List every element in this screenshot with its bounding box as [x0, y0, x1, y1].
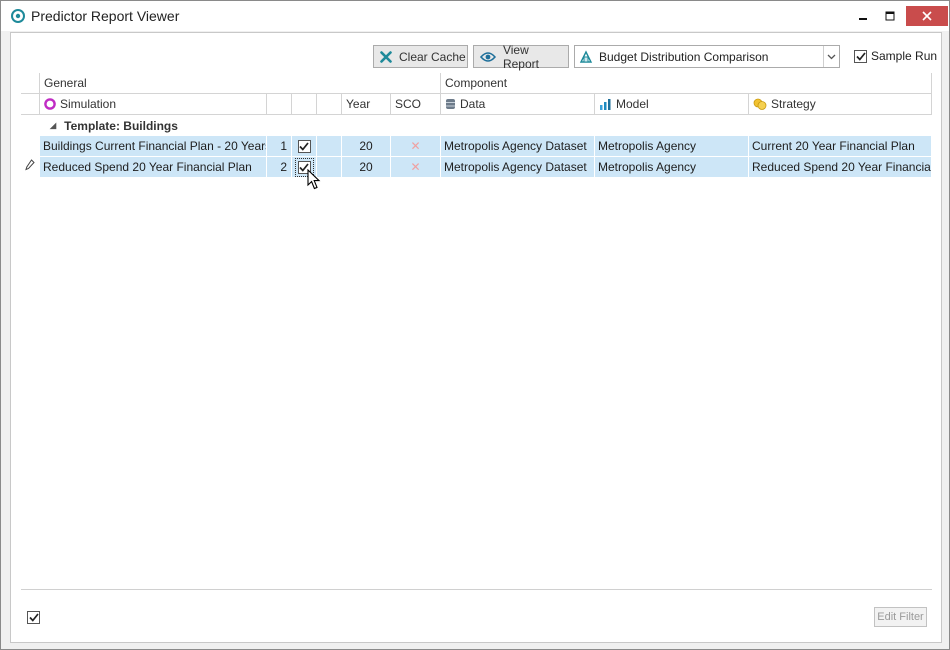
- view-report-label: View Report: [502, 42, 539, 71]
- column-header-index[interactable]: [267, 94, 292, 115]
- cell-extra[interactable]: [317, 136, 342, 157]
- checkmark-icon: [855, 51, 866, 61]
- chevron-down-icon: [827, 54, 836, 59]
- main-panel: Clear Cache View Report Budget Distribut…: [10, 32, 942, 643]
- edit-filter-button[interactable]: Edit Filter: [874, 607, 927, 627]
- band-general[interactable]: General: [40, 73, 441, 94]
- collapse-triangle-icon[interactable]: ◢: [50, 121, 56, 130]
- simulation-icon: [44, 98, 56, 110]
- coins-icon: [753, 98, 767, 110]
- cell-simulation[interactable]: Reduced Spend 20 Year Financial Plan: [40, 157, 267, 178]
- column-header-sco[interactable]: SCO: [391, 94, 441, 115]
- window-title: Predictor Report Viewer: [31, 8, 180, 24]
- maximize-button[interactable]: [877, 5, 903, 27]
- sample-run-toggle[interactable]: Sample Run: [854, 49, 937, 63]
- report-select-value: Budget Distribution Comparison: [599, 49, 769, 64]
- row-include-checkbox[interactable]: [297, 139, 311, 153]
- cell-sco[interactable]: ✕: [391, 157, 441, 178]
- column-label-model: Model: [616, 97, 649, 111]
- cell-simulation[interactable]: Buildings Current Financial Plan - 20 Ye…: [40, 136, 267, 157]
- column-label-strategy: Strategy: [771, 97, 816, 111]
- database-icon: [446, 99, 455, 109]
- cell-data[interactable]: Metropolis Agency Dataset: [441, 136, 595, 157]
- close-icon: [922, 11, 932, 21]
- cell-include[interactable]: [292, 136, 317, 157]
- eye-icon: [480, 51, 496, 62]
- column-header-check[interactable]: [292, 94, 317, 115]
- group-label: Template: Buildings: [64, 118, 178, 133]
- sample-run-label: Sample Run: [871, 49, 938, 63]
- header-indicator-cell: [21, 94, 40, 115]
- dropdown-button[interactable]: [823, 46, 839, 67]
- report-type-icon: [579, 49, 593, 63]
- table-row[interactable]: Reduced Spend 20 Year Financial Plan 2 2…: [40, 157, 932, 178]
- table-row[interactable]: Buildings Current Financial Plan - 20 Ye…: [40, 136, 932, 157]
- close-button[interactable]: [906, 6, 948, 26]
- cell-data[interactable]: Metropolis Agency Dataset: [441, 157, 595, 178]
- view-report-button[interactable]: View Report: [473, 42, 569, 71]
- filter-enabled-checkbox[interactable]: [27, 611, 40, 624]
- mouse-pointer-icon: [307, 169, 321, 190]
- checkmark-icon: [299, 141, 309, 151]
- band-component[interactable]: Component: [441, 73, 932, 94]
- column-header-extra[interactable]: [317, 94, 342, 115]
- bar-chart-icon: [600, 99, 611, 110]
- column-header-simulation[interactable]: Simulation: [40, 94, 267, 115]
- filter-enabled-toggle[interactable]: [27, 611, 40, 625]
- clear-cache-label: Clear Cache: [399, 49, 466, 64]
- clear-x-icon: [380, 50, 392, 63]
- cell-strategy[interactable]: Current 20 Year Financial Plan: [749, 136, 932, 157]
- minimize-icon: [859, 18, 867, 20]
- minimize-button[interactable]: [851, 5, 875, 27]
- sco-cross-icon: ✕: [410, 160, 421, 174]
- sco-cross-icon: ✕: [410, 139, 421, 153]
- cell-model[interactable]: Metropolis Agency: [595, 136, 749, 157]
- checkmark-icon: [28, 613, 39, 622]
- title-bar[interactable]: Predictor Report Viewer: [1, 1, 949, 31]
- simulation-grid: General Component Simulation Year SCO Da…: [21, 73, 932, 590]
- band-component-label: Component: [445, 76, 508, 90]
- cell-index[interactable]: 1: [267, 136, 292, 157]
- edit-pencil-icon: [25, 159, 35, 171]
- column-label-year: Year: [346, 97, 371, 111]
- sample-run-checkbox[interactable]: [854, 49, 867, 63]
- column-label-sco: SCO: [395, 97, 422, 111]
- cell-sco[interactable]: ✕: [391, 136, 441, 157]
- cell-index[interactable]: 2: [267, 157, 292, 178]
- cell-model[interactable]: Metropolis Agency: [595, 157, 749, 178]
- column-header-strategy[interactable]: Strategy: [749, 94, 932, 115]
- column-header-data[interactable]: Data: [441, 94, 595, 115]
- cell-year[interactable]: 20: [342, 157, 391, 178]
- band-general-label: General: [44, 76, 87, 90]
- band-indicator-cell: [21, 73, 40, 94]
- column-header-year[interactable]: Year: [342, 94, 391, 115]
- maximize-icon: [885, 11, 895, 21]
- column-label-data: Data: [460, 97, 486, 111]
- app-window: Predictor Report Viewer Clear Cache View…: [0, 0, 950, 650]
- report-select[interactable]: Budget Distribution Comparison: [574, 45, 840, 68]
- cell-strategy[interactable]: Reduced Spend 20 Year Financial ...: [749, 157, 932, 178]
- group-row-template[interactable]: ◢ Template: Buildings: [40, 115, 932, 136]
- clear-cache-button[interactable]: Clear Cache: [373, 45, 468, 68]
- app-logo-icon: [11, 9, 25, 23]
- column-header-model[interactable]: Model: [595, 94, 749, 115]
- column-label-simulation: Simulation: [60, 97, 117, 111]
- cell-year[interactable]: 20: [342, 136, 391, 157]
